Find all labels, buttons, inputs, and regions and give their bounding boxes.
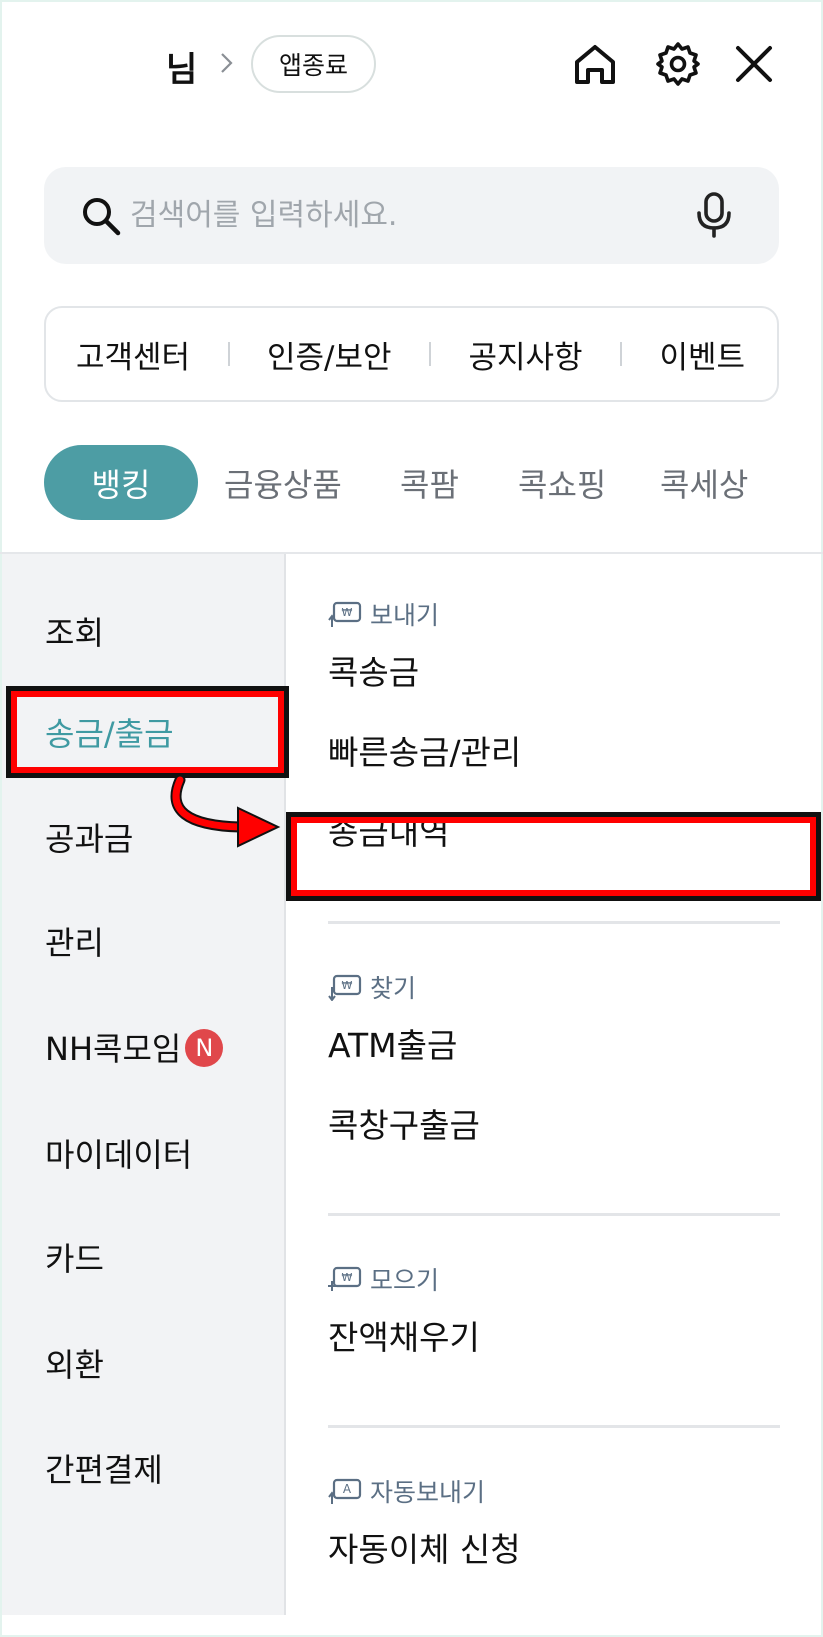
section-header-save: ₩ 모으기 (328, 1264, 440, 1295)
menu-auto-transfer-apply[interactable]: 자동이체 신청 (328, 1523, 521, 1571)
svg-text:₩: ₩ (342, 979, 353, 992)
sidebar-item-label: NH콕모임 (45, 1030, 182, 1068)
send-money-icon: ₩ (328, 601, 362, 627)
auto-send-icon: A (328, 1478, 362, 1504)
tab-kokfarm[interactable]: 콕팜 (400, 445, 459, 520)
section-title: 자동보내기 (370, 1478, 486, 1507)
sidebar-item-utility-bills[interactable]: 공과금 (45, 814, 133, 860)
search-icon (83, 198, 121, 236)
home-icon[interactable] (571, 40, 619, 88)
quicklink-events[interactable]: 이벤트 (659, 332, 745, 377)
microphone-icon[interactable] (692, 191, 736, 239)
svg-text:A: A (343, 1482, 352, 1496)
highlight-box (291, 817, 816, 896)
gear-icon[interactable] (654, 40, 702, 88)
separator (227, 342, 230, 366)
sidebar-item-nh-kokmoim[interactable]: NH콕모임 N (45, 1024, 224, 1070)
svg-text:₩: ₩ (342, 606, 353, 619)
menu-atm-withdraw[interactable]: ATM출금 (328, 1019, 457, 1067)
close-icon[interactable] (730, 40, 778, 88)
quick-links: 고객센터 인증/보안 공지사항 이벤트 (44, 306, 779, 402)
separator (428, 342, 431, 366)
svg-text:₩: ₩ (342, 1271, 353, 1284)
withdraw-money-icon: ₩ (328, 974, 362, 1001)
tab-kokworld[interactable]: 콕세상 (660, 445, 748, 520)
section-title: 모으기 (370, 1266, 440, 1295)
divider (328, 1213, 780, 1216)
category-tabs: 뱅킹 금융상품 콕팜 콕쇼핑 콕세상 (44, 445, 804, 520)
sidebar-item-easy-payment[interactable]: 간편결제 (45, 1445, 163, 1491)
menu-kok-window-withdraw[interactable]: 콕창구출금 (328, 1099, 480, 1147)
sidebar-item-mydata[interactable]: 마이데이터 (45, 1130, 192, 1176)
tab-financial-products[interactable]: 금융상품 (224, 445, 342, 520)
search-input[interactable] (130, 167, 710, 264)
annotation-arrow-icon (170, 775, 281, 848)
header: 님 앱종료 (0, 30, 823, 100)
separator (619, 342, 622, 366)
search-bar (44, 167, 779, 264)
sidebar-item-foreign-exchange[interactable]: 외환 (45, 1340, 104, 1386)
tab-banking[interactable]: 뱅킹 (44, 445, 198, 520)
exit-app-button[interactable]: 앱종료 (251, 35, 376, 93)
section-header-withdraw: ₩ 찾기 (328, 972, 417, 1003)
section-header-auto-send: A 자동보내기 (328, 1476, 486, 1507)
user-name[interactable]: 님 (166, 42, 197, 91)
sidebar-item-card[interactable]: 카드 (45, 1234, 104, 1280)
sidebar-item-inquiry[interactable]: 조회 (45, 608, 104, 654)
chevron-right-icon (221, 53, 233, 73)
divider (328, 1425, 780, 1428)
section-title: 찾기 (370, 974, 417, 1003)
tab-kokshopping[interactable]: 콕쇼핑 (518, 445, 606, 520)
save-money-icon: ₩ (328, 1266, 362, 1291)
quicklink-auth-security[interactable]: 인증/보안 (267, 332, 392, 377)
divider (328, 921, 780, 924)
menu-quick-transfer[interactable]: 빠른송금/관리 (328, 726, 521, 774)
section-title: 보내기 (370, 601, 440, 630)
highlight-box (11, 691, 284, 773)
sidebar-item-management[interactable]: 관리 (45, 918, 104, 964)
submenu-panel: ₩ 보내기 콕송금 빠른송금/관리 송금내역 ₩ 찾기 ATM출금 콕창구출금 … (286, 554, 821, 1615)
quicklink-notices[interactable]: 공지사항 (468, 332, 582, 377)
new-badge: N (185, 1029, 224, 1067)
section-header-send: ₩ 보내기 (328, 599, 440, 630)
quicklink-customer-center[interactable]: 고객센터 (76, 332, 190, 377)
menu-balance-fill[interactable]: 잔액채우기 (328, 1311, 480, 1359)
menu-kok-transfer[interactable]: 콕송금 (328, 646, 419, 694)
